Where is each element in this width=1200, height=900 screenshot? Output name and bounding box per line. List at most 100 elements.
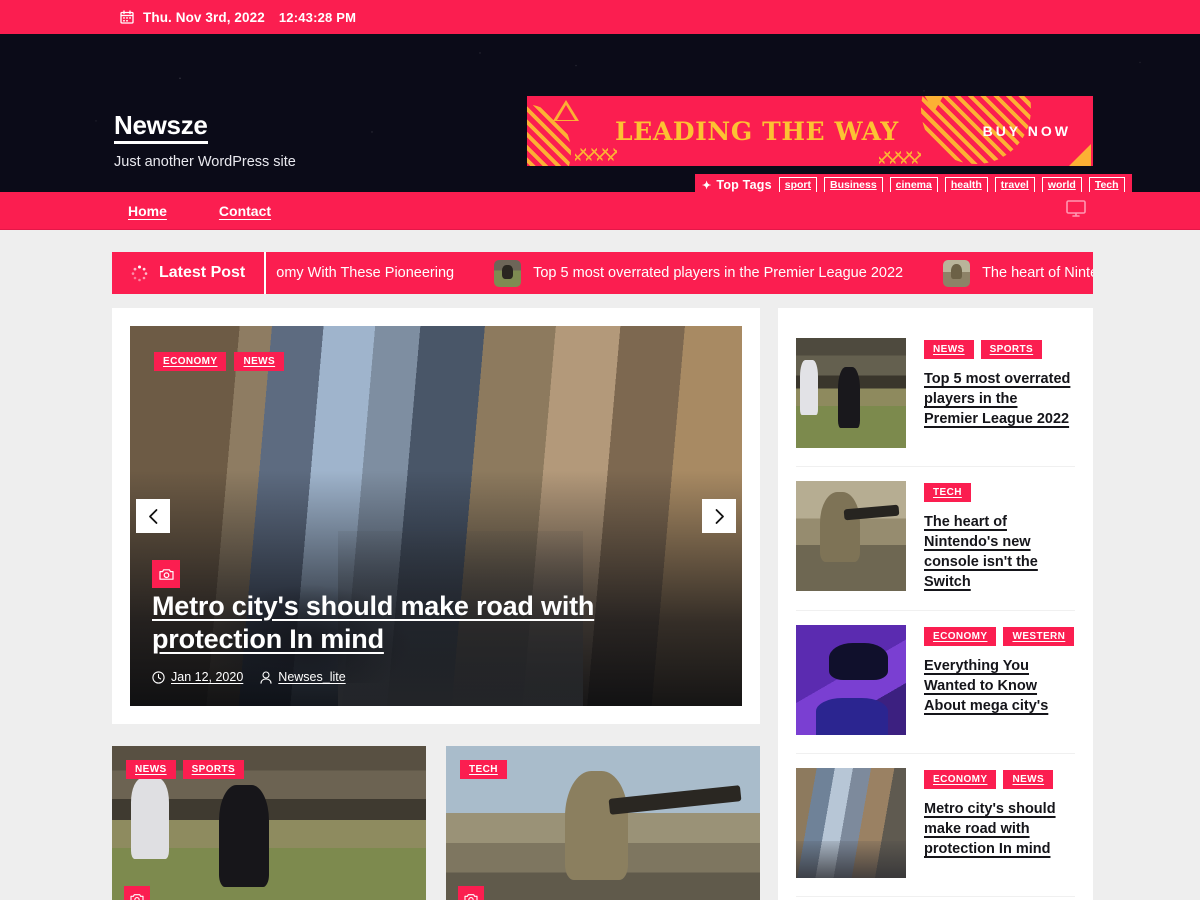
category-badge-news[interactable]: NEWS <box>1003 770 1054 789</box>
list-item-categories: ECONOMY WESTERN <box>924 627 1075 646</box>
ticker-item[interactable]: The heart of Nintendo's new c <box>923 259 1093 287</box>
slider-next-button[interactable] <box>702 499 736 533</box>
calendar-icon <box>120 10 134 24</box>
list-item-title-link[interactable]: Top 5 most overrated players in the Prem… <box>924 371 1070 427</box>
list-item[interactable]: ECONOMY WESTERN Everything You Wanted to… <box>796 610 1075 753</box>
user-icon <box>260 670 272 684</box>
featured-date-text: Jan 12, 2020 <box>171 670 244 684</box>
chevron-left-icon <box>148 508 157 524</box>
category-badge-news[interactable]: NEWS <box>924 340 974 359</box>
category-badge-news[interactable]: NEWS <box>126 760 176 779</box>
list-item-title-link[interactable]: Metro city's should make road with prote… <box>924 801 1056 857</box>
category-badge-economy[interactable]: ECONOMY <box>154 352 227 371</box>
sidebar-recent-posts: NEWS SPORTS Top 5 most overrated players… <box>778 308 1093 900</box>
nav-item-home[interactable]: Home <box>128 203 167 219</box>
list-item-thumbnail <box>796 481 906 591</box>
ticker-item-title: omy With These Pioneering <box>276 265 455 281</box>
category-badge-sports[interactable]: SPORTS <box>182 760 245 779</box>
top-tags-label: ✦ Top Tags <box>702 178 772 192</box>
tag-health[interactable]: health <box>944 176 988 192</box>
ad-triangle-outline-icon <box>553 100 579 121</box>
monitor-icon[interactable] <box>1066 199 1086 222</box>
main-navigation: Home Contact <box>0 192 1200 230</box>
category-badge-sports[interactable]: SPORTS <box>980 340 1043 359</box>
tag-world[interactable]: world <box>1041 176 1082 192</box>
hash-icon: ✦ <box>702 179 712 192</box>
page-container: ECONOMY NEWS Metro city's should make ro… <box>0 294 1200 900</box>
nav-menu: Home Contact <box>128 203 271 219</box>
tag-sport[interactable]: sport <box>778 176 817 192</box>
list-item[interactable]: TECH The heart of Nintendo's new console… <box>796 466 1075 610</box>
ticker-item[interactable]: omy With These Pioneering <box>266 265 474 281</box>
nav-right-area <box>1066 199 1086 222</box>
list-item-title-link[interactable]: Everything You Wanted to Know About mega… <box>924 658 1048 714</box>
featured-title-link[interactable]: Metro city's should make road with prote… <box>152 591 594 654</box>
tag-business[interactable]: Business <box>823 176 883 192</box>
ad-corner-triangle-icon <box>1069 144 1091 166</box>
latest-post-ticker-wrapper: Latest Post omy With These Pioneering To… <box>0 230 1200 294</box>
list-item-categories: ECONOMY NEWS <box>924 770 1075 789</box>
post-card-categories: NEWS SPORTS <box>126 760 245 779</box>
post-card-image: TECH <box>446 746 760 900</box>
list-item-categories: TECH <box>924 483 1075 502</box>
list-item-thumbnail <box>796 338 906 448</box>
category-badge-tech[interactable]: TECH <box>460 760 507 779</box>
site-branding: Newsze Just another WordPress site <box>114 111 296 170</box>
ad-triangle-yellow-icon <box>923 96 945 112</box>
top-date-bar: Thu. Nov 3rd, 2022 12:43:28 PM <box>0 0 1200 34</box>
slider-prev-button[interactable] <box>136 499 170 533</box>
ticker-item-thumbnail <box>494 259 522 287</box>
site-header: Newsze Just another WordPress site LEADI… <box>0 34 1200 192</box>
ticker-item-thumbnail <box>943 259 971 287</box>
post-card[interactable]: TECH <box>446 746 760 900</box>
ticker-item-title: Top 5 most overrated players in the Prem… <box>533 265 904 281</box>
list-item-title: Top 5 most overrated players in the Prem… <box>924 369 1075 429</box>
list-item-content: ECONOMY NEWS Metro city's should make ro… <box>924 768 1075 859</box>
ad-headline: LEADING THE WAY <box>615 116 899 146</box>
list-item-categories: NEWS SPORTS <box>924 340 1075 359</box>
category-badge-tech[interactable]: TECH <box>924 483 971 502</box>
list-item-title: Everything You Wanted to Know About mega… <box>924 656 1075 716</box>
latest-post-label: Latest Post <box>112 252 267 294</box>
post-card-grid: NEWS SPORTS TECH <box>112 746 760 900</box>
latest-post-label-text: Latest Post <box>159 264 246 281</box>
ticker-item[interactable]: Top 5 most overrated players in the Prem… <box>474 259 923 287</box>
nav-item-contact[interactable]: Contact <box>219 203 271 219</box>
category-badge-economy[interactable]: ECONOMY <box>924 770 997 789</box>
list-item[interactable]: NEWS SPORTS Top 5 most overrated players… <box>796 324 1075 466</box>
current-date: Thu. Nov 3rd, 2022 <box>143 9 265 25</box>
post-card-categories: TECH <box>460 760 507 779</box>
list-item-content: NEWS SPORTS Top 5 most overrated players… <box>924 338 1075 429</box>
main-column: ECONOMY NEWS Metro city's should make ro… <box>112 308 760 900</box>
list-item-title-link[interactable]: The heart of Nintendo's new console isn'… <box>924 514 1038 590</box>
post-card-image: NEWS SPORTS <box>112 746 426 900</box>
category-badge-news[interactable]: NEWS <box>234 352 285 371</box>
category-badge-western[interactable]: WESTERN <box>1003 627 1075 646</box>
banner-ad[interactable]: LEADING THE WAY BUY NOW <box>527 96 1093 166</box>
featured-slider-card: ECONOMY NEWS Metro city's should make ro… <box>112 308 760 724</box>
camera-icon <box>124 886 150 900</box>
banner-ad-wrapper[interactable]: LEADING THE WAY BUY NOW <box>527 96 1093 166</box>
tag-cinema[interactable]: cinema <box>889 176 938 192</box>
sidebar-column: NEWS SPORTS Top 5 most overrated players… <box>778 308 1093 900</box>
list-item[interactable]: ECONOMY NEWS Metro city's should make ro… <box>796 753 1075 896</box>
tag-tech[interactable]: Tech <box>1088 176 1125 192</box>
featured-slide: ECONOMY NEWS Metro city's should make ro… <box>130 326 742 706</box>
camera-icon <box>152 560 180 588</box>
featured-title: Metro city's should make road with prote… <box>152 590 706 656</box>
list-item[interactable]: NEWS WESTERN Go For Western Economy <box>796 896 1075 900</box>
list-item-title: The heart of Nintendo's new console isn'… <box>924 512 1075 592</box>
ad-cta-button[interactable]: BUY NOW <box>983 123 1071 139</box>
latest-post-ticker: Latest Post omy With These Pioneering To… <box>112 252 1093 294</box>
featured-author[interactable]: Newses_lite <box>260 670 346 684</box>
featured-date[interactable]: Jan 12, 2020 <box>152 670 243 684</box>
ticker-items: omy With These Pioneering Top 5 most ove… <box>266 252 1093 294</box>
top-tags-bar: ✦ Top Tags sport Business cinema health … <box>695 174 1132 192</box>
site-logo[interactable]: Newsze <box>114 111 208 145</box>
post-card[interactable]: NEWS SPORTS <box>112 746 426 900</box>
list-item-content: TECH The heart of Nintendo's new console… <box>924 481 1075 592</box>
tag-travel[interactable]: travel <box>994 176 1035 192</box>
ad-zigzag-right-icon <box>879 151 921 164</box>
category-badge-economy[interactable]: ECONOMY <box>924 627 997 646</box>
top-tags-label-text: Top Tags <box>716 178 772 192</box>
